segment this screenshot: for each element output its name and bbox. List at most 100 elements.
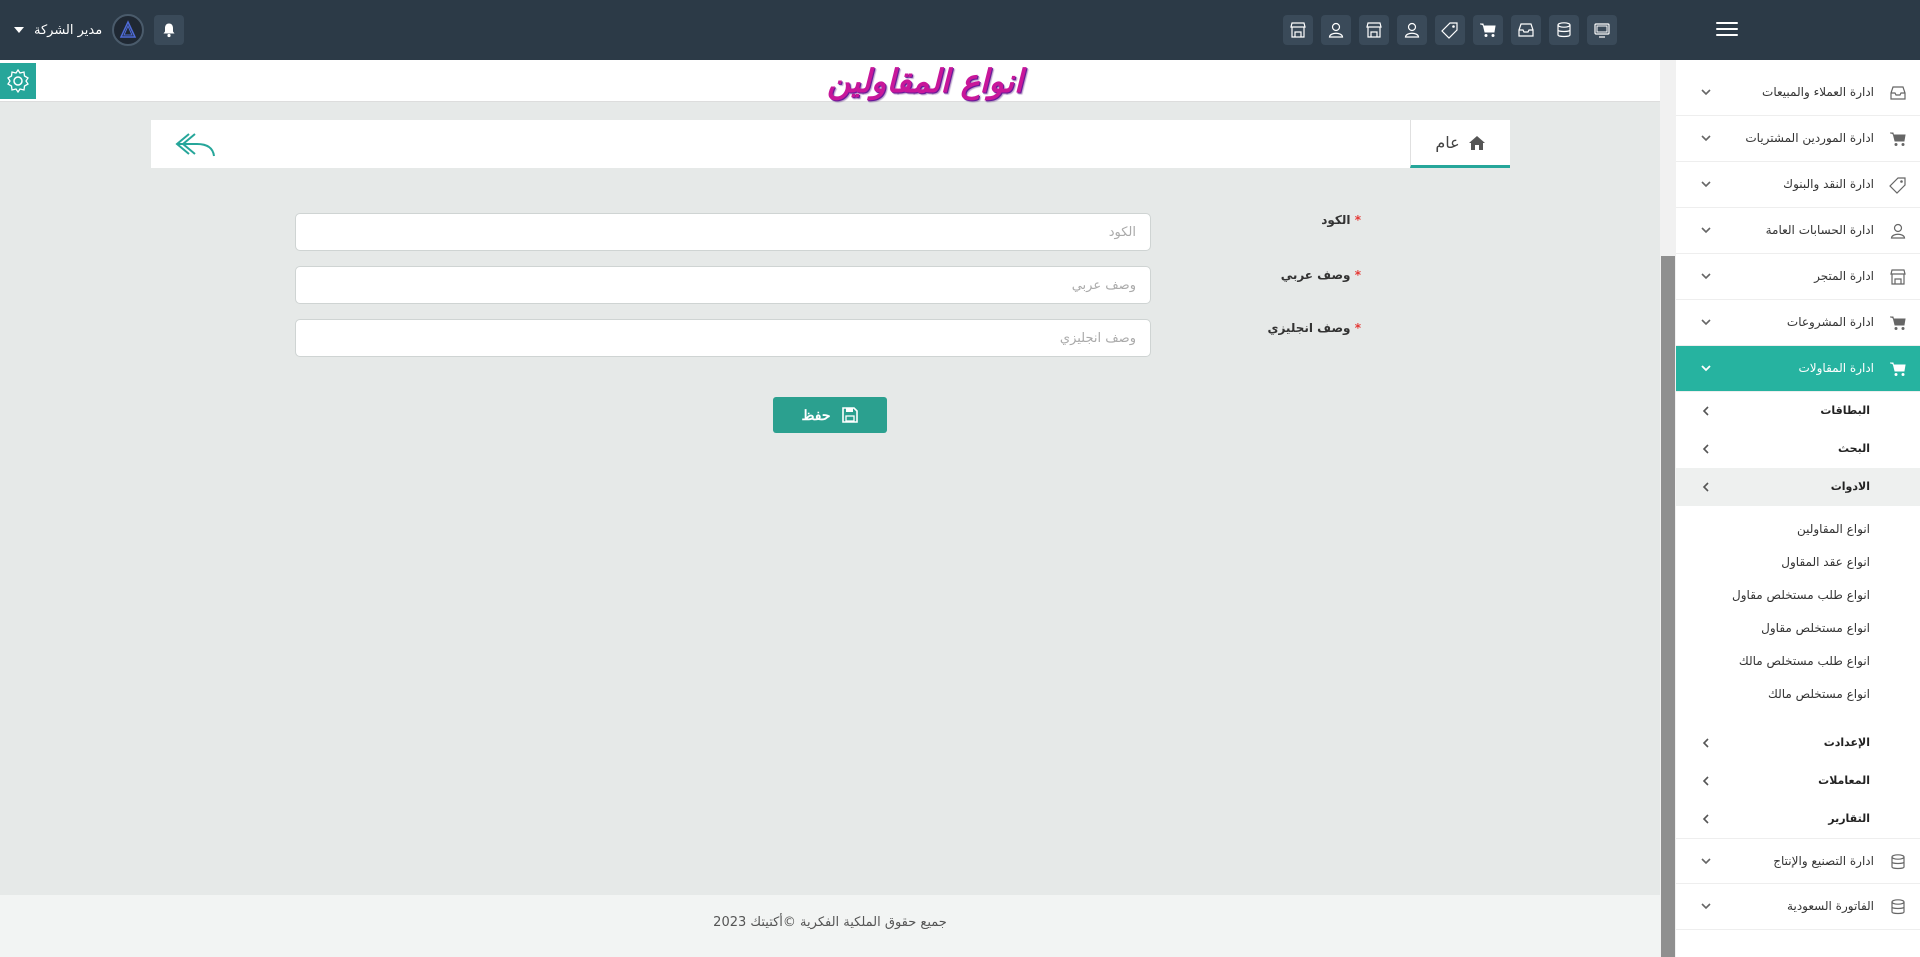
top-shortcut-icons: [1283, 15, 1617, 45]
cart-icon: [1888, 359, 1908, 379]
footer: جميع حقوق الملكية الفكرية ©أكتيتك 2023: [0, 895, 1660, 957]
tab-general-label: عام: [1435, 133, 1460, 152]
sidebar-item-saudi-invoice[interactable]: الفاتورة السعودية: [1676, 884, 1920, 930]
sidebar-leaf-label: انواع عقد المقاول: [1781, 555, 1870, 569]
database-icon[interactable]: [1549, 15, 1579, 45]
code-row: * الكود: [295, 213, 1365, 251]
sidebar-leaf-label: انواع المقاولين: [1796, 522, 1870, 536]
inbox-icon[interactable]: [1511, 15, 1541, 45]
sidebar-leaf-contractor-contract-types[interactable]: انواع عقد المقاول: [1676, 547, 1920, 580]
user-menu[interactable]: مدير الشركة: [14, 12, 185, 48]
back-arrow-icon[interactable]: [175, 130, 217, 160]
sidebar-item-label: ادارة التصنيع والإنتاج: [1773, 854, 1874, 868]
page-scrollbar[interactable]: [1660, 60, 1676, 957]
sidebar-item-label: ادارة المتجر: [1814, 269, 1874, 283]
avatar[interactable]: [112, 14, 145, 46]
sidebar-leaf-owner-extract-types[interactable]: انواع مستخلص مالك: [1676, 679, 1920, 712]
sidebar-item-contracting[interactable]: ادارة المقاولات: [1676, 346, 1920, 392]
chevron-down-icon: [1701, 858, 1711, 865]
sidebar-sub-reports[interactable]: التقارير: [1676, 800, 1920, 838]
sidebar-sub-search[interactable]: البحث: [1676, 430, 1920, 468]
chevron-left-icon: [1702, 444, 1709, 454]
arabic-desc-label: * وصف عربي: [1165, 268, 1365, 282]
tab-general[interactable]: عام: [1410, 120, 1510, 168]
tag-icon[interactable]: [1435, 15, 1465, 45]
sidebar-sub-settings[interactable]: الإعدادت: [1676, 724, 1920, 762]
sidebar-leaf-label: انواع مستخلص مقاول: [1761, 621, 1870, 635]
user-icon[interactable]: [1321, 15, 1351, 45]
chevron-down-icon: [1701, 227, 1711, 234]
save-label: حفظ: [801, 406, 831, 423]
code-input[interactable]: [295, 213, 1151, 251]
tab-bar: عام: [151, 120, 1510, 168]
save-button[interactable]: حفظ: [773, 397, 887, 433]
sidebar-sub-label: البحث: [1838, 442, 1870, 455]
sidebar-leaf-contractor-extract-request-types[interactable]: انواع طلب مستخلص مقاول: [1676, 580, 1920, 613]
arabic-desc-row: * وصف عربي: [295, 266, 1365, 304]
user-icon[interactable]: [1397, 15, 1427, 45]
chevron-down-icon: [1701, 135, 1711, 142]
sidebar-sub-label: المعاملات: [1818, 774, 1870, 787]
english-desc-row: * وصف انجليزي: [295, 319, 1365, 357]
user-icon: [1888, 221, 1908, 241]
cart-icon: [1888, 129, 1908, 149]
settings-gear-icon[interactable]: [0, 63, 36, 99]
sidebar-leaf-owner-extract-request-types[interactable]: انواع طلب مستخلص مالك: [1676, 646, 1920, 679]
scrollbar-thumb[interactable]: [1661, 256, 1675, 957]
sidebar-item-label: ادارة الحسابات العامة: [1765, 223, 1874, 237]
page-title: انواع المقاولين: [827, 62, 1023, 100]
sidebar-leaf-label: انواع طلب مستخلص مالك: [1738, 654, 1870, 668]
home-icon: [1468, 135, 1485, 150]
cart-icon: [1888, 313, 1908, 333]
menu-toggle-icon[interactable]: [1716, 18, 1738, 42]
code-label-text: الكود: [1321, 213, 1351, 227]
sidebar-sub-label: الادوات: [1830, 480, 1870, 493]
bell-icon[interactable]: [154, 15, 185, 45]
store-icon[interactable]: [1359, 15, 1389, 45]
english-desc-label-text: وصف انجليزي: [1267, 321, 1351, 335]
required-mark: *: [1354, 321, 1361, 335]
database-icon: [1888, 852, 1908, 872]
store-icon[interactable]: [1283, 15, 1313, 45]
sidebar-item-projects[interactable]: ادارة المشروعات: [1676, 300, 1920, 346]
store-icon: [1888, 267, 1908, 287]
sidebar-item-general-accounts[interactable]: ادارة الحسابات العامة: [1676, 208, 1920, 254]
caret-down-icon[interactable]: [14, 27, 24, 33]
database-icon: [1888, 897, 1908, 917]
chevron-down-icon: [1701, 89, 1711, 96]
sidebar-item-cash-banks[interactable]: ادارة النقد والبنوك: [1676, 162, 1920, 208]
english-desc-input[interactable]: [295, 319, 1151, 357]
sidebar-item-customers-sales[interactable]: ادارة العملاء والمبيعات: [1676, 70, 1920, 116]
arabic-desc-input[interactable]: [295, 266, 1151, 304]
sidebar-item-manufacturing[interactable]: ادارة التصنيع والإنتاج: [1676, 838, 1920, 884]
code-label: * الكود: [1165, 213, 1365, 227]
sidebar-sub-transactions[interactable]: المعاملات: [1676, 762, 1920, 800]
chevron-left-icon: [1702, 406, 1709, 416]
chevron-left-icon: [1702, 814, 1709, 824]
sidebar-item-label: ادارة المشروعات: [1786, 315, 1874, 329]
sidebar-leaf-contractor-extract-types[interactable]: انواع مستخلص مقاول: [1676, 613, 1920, 646]
sidebar-leaf-contractor-types[interactable]: انواع المقاولين: [1676, 514, 1920, 547]
user-name[interactable]: مدير الشركة: [34, 23, 102, 38]
tag-icon: [1888, 175, 1908, 195]
monitor-icon[interactable]: [1587, 15, 1617, 45]
chevron-down-icon: [1701, 273, 1711, 280]
sidebar-leaf-label: انواع مستخلص مالك: [1767, 687, 1870, 701]
required-mark: *: [1354, 268, 1361, 282]
sidebar-item-label: الفاتورة السعودية: [1787, 899, 1874, 913]
sidebar-sub-label: التقارير: [1828, 812, 1870, 825]
cart-icon[interactable]: [1473, 15, 1503, 45]
sidebar-item-suppliers-purchases[interactable]: ادارة الموردين المشتريات: [1676, 116, 1920, 162]
chevron-down-icon: [1701, 181, 1711, 188]
title-strip: انواع المقاولين: [0, 60, 1660, 102]
chevron-left-icon: [1702, 738, 1709, 748]
copyright-text: جميع حقوق الملكية الفكرية ©أكتيتك 2023: [713, 915, 947, 930]
chevron-down-icon: [1701, 903, 1711, 910]
sidebar-sub-cards[interactable]: البطاقات: [1676, 392, 1920, 430]
sidebar-sub-tools[interactable]: الادوات: [1676, 468, 1920, 506]
sidebar-sub-label: البطاقات: [1820, 404, 1870, 417]
sidebar-item-store[interactable]: ادارة المتجر: [1676, 254, 1920, 300]
